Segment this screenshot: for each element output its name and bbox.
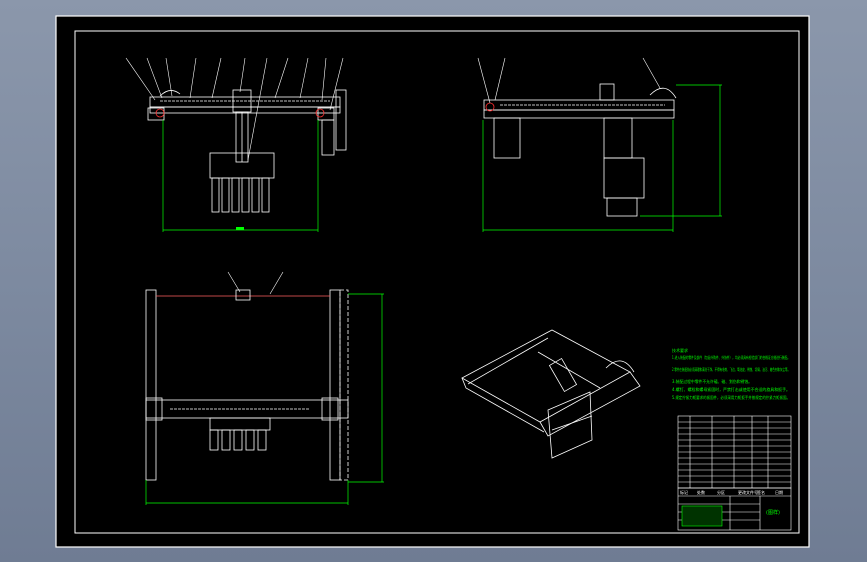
svg-text:标记: 标记 — [680, 489, 688, 495]
svg-text:分区: 分区 — [717, 489, 725, 495]
tech-notes-heading: 技术要求 — [672, 347, 688, 353]
tech-note-line: 5.规定拧紧力矩要求的紧固件，必须采用力矩扳手并按规定的拧紧力矩紧固。 — [672, 394, 790, 400]
tech-note-line: 4.螺钉、螺栓和螺母紧固时，严禁打击或使用不合适的旋具和扳手。 — [672, 386, 790, 392]
svg-text:处数: 处数 — [697, 489, 705, 495]
cad-drawing-canvas[interactable]: 技术要求 1.进入装配的零件及部件（包括外购件、外协件），均必须具有检验部门的合… — [0, 0, 867, 562]
svg-text:日期: 日期 — [775, 489, 783, 495]
tech-note-line: 3.装配过程中零件不允许磕、碰、划伤和锈蚀。 — [672, 378, 752, 384]
svg-text:更改文件号: 更改文件号 — [738, 489, 758, 495]
drawing-sheet — [55, 15, 810, 548]
tech-note-line: 1.进入装配的零件及部件（包括外购件、外协件），均必须具有检验部门的合格证方能进… — [672, 354, 790, 360]
tech-note-line: 2.零件在装配前必须清理和清洗干净，不得有毛刺、飞边、氧化皮、锈蚀、切屑、油污、… — [672, 366, 790, 372]
svg-text:签名: 签名 — [757, 489, 765, 495]
drawing-name: (图样) — [766, 509, 780, 516]
